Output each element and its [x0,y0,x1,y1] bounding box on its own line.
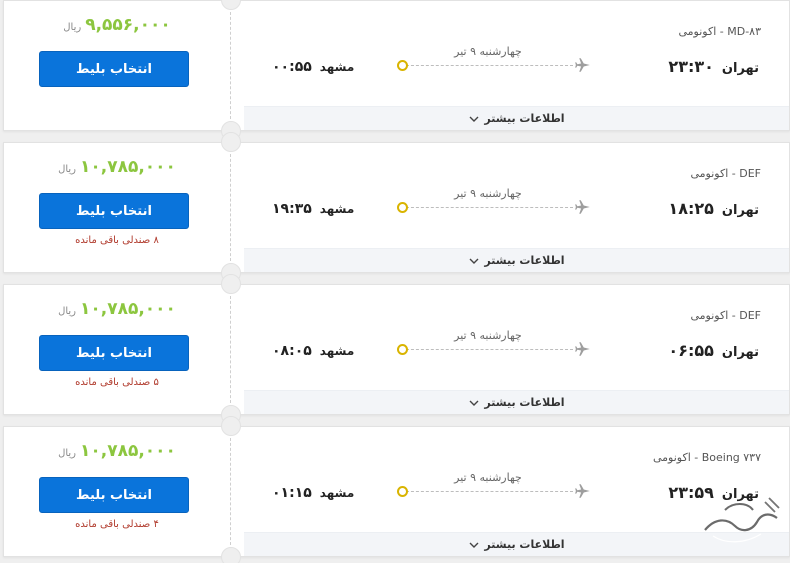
chevron-down-icon [469,258,479,264]
flight-date: چهارشنبه ۹ تیر [454,329,522,342]
more-info-label: اطلاعات بیشتر [484,112,565,125]
origin-time: ۲۳:۳۰ [668,57,714,76]
seats-remaining: ۴ صندلی باقی مانده [75,519,159,530]
price-row: ۱۰,۷۸۵,۰۰۰ ریال [4,299,230,319]
route-line [401,349,573,350]
currency-label: ریال [63,22,82,33]
more-info-toggle[interactable]: اطلاعات بیشتر [244,248,789,272]
airplane-icon [575,484,590,498]
price-section: ۱۰,۷۸۵,۰۰۰ ریال انتخاب بلیط ۴ صندلی باقی… [4,427,230,556]
more-info-label: اطلاعات بیشتر [484,396,565,409]
destination-city: مشهد [319,344,355,358]
chevron-down-icon [469,116,479,122]
flight-date: چهارشنبه ۹ تیر [454,471,522,484]
more-info-label: اطلاعات بیشتر [484,538,565,551]
more-info-toggle[interactable]: اطلاعات بیشتر [244,106,789,130]
price-value: ۱۰,۷۸۵,۰۰۰ [80,299,176,319]
flight-info: DEF - اکونومی تهران ۱۸:۲۵ چهارشنبه ۹ تیر… [244,143,789,272]
price-section: ۱۰,۷۸۵,۰۰۰ ریال انتخاب بلیط ۵ صندلی باقی… [4,285,230,414]
airplane-icon [575,342,590,356]
flight-card: ۱۰,۷۸۵,۰۰۰ ریال انتخاب بلیط ۵ صندلی باقی… [3,274,790,425]
price-value: ۹,۵۵۶,۰۰۰ [85,15,171,35]
ticket-divider [230,433,231,550]
route-line [401,65,573,66]
aircraft-class: DEF - اکونومی [690,167,762,180]
select-ticket-button[interactable]: انتخاب بلیط [39,51,189,87]
destination-time: ۱۹:۳۵ [272,201,312,217]
origin-city: تهران [721,203,759,218]
aircraft-class: Boeing ۷۳۷ - اکونومی [652,451,761,464]
destination-time: ۰۰:۵۵ [272,59,312,75]
destination-city: مشهد [319,202,355,216]
flight-card: ۱۰,۷۸۵,۰۰۰ ریال انتخاب بلیط ۸ صندلی باقی… [3,132,790,283]
route-line [401,491,573,492]
origin: تهران ۱۸:۲۵ [668,199,759,218]
ticket-notch [221,274,241,294]
ticket-notch [221,547,241,563]
ticket-divider [230,291,231,408]
destination-dot-icon [397,60,408,71]
airplane-icon [575,58,590,72]
destination: مشهد ۰۱:۱۵ [272,485,354,501]
aircraft-class: MD-۸۳ - اکونومی [678,25,762,38]
origin-time: ۱۸:۲۵ [668,199,714,218]
destination: مشهد ۱۹:۳۵ [272,201,354,217]
destination-time: ۰۸:۰۵ [272,343,312,359]
origin: تهران ۰۶:۵۵ [668,341,759,360]
currency-label: ریال [58,448,76,459]
price-section: ۱۰,۷۸۵,۰۰۰ ریال انتخاب بلیط ۸ صندلی باقی… [4,143,230,272]
route-line [401,207,573,208]
origin: تهران ۲۳:۳۰ [668,57,759,76]
currency-label: ریال [58,306,76,317]
destination: مشهد ۰۰:۵۵ [272,59,354,75]
origin-time: ۰۶:۵۵ [668,341,714,360]
seats-remaining: ۸ صندلی باقی مانده [75,235,159,246]
destination-dot-icon [397,486,408,497]
origin-city: تهران [721,345,759,360]
price-row: ۹,۵۵۶,۰۰۰ ریال [4,15,230,35]
select-ticket-button[interactable]: انتخاب بلیط [39,477,189,513]
chevron-down-icon [469,542,479,548]
airplane-icon [575,200,590,214]
price-row: ۱۰,۷۸۵,۰۰۰ ریال [4,157,230,177]
flight-info: MD-۸۳ - اکونومی تهران ۲۳:۳۰ چهارشنبه ۹ ت… [244,1,789,130]
flight-date: چهارشنبه ۹ تیر [454,187,522,200]
watermark-logo [704,497,780,543]
destination: مشهد ۰۸:۰۵ [272,343,354,359]
more-info-toggle[interactable]: اطلاعات بیشتر [244,390,789,414]
ticket-notch [221,416,241,436]
price-row: ۱۰,۷۸۵,۰۰۰ ریال [4,441,230,461]
more-info-label: اطلاعات بیشتر [484,254,565,267]
aircraft-class: DEF - اکونومی [690,309,762,322]
price-value: ۱۰,۷۸۵,۰۰۰ [80,441,176,461]
select-ticket-button[interactable]: انتخاب بلیط [39,193,189,229]
ticket-divider [230,7,231,124]
destination-time: ۰۱:۱۵ [272,485,312,501]
destination-dot-icon [397,344,408,355]
seats-remaining: ۵ صندلی باقی مانده [75,377,159,388]
flight-card: ۹,۵۵۶,۰۰۰ ریال انتخاب بلیط MD-۸۳ - اکونو… [3,0,790,141]
destination-city: مشهد [319,486,355,500]
ticket-notch [221,132,241,152]
price-section: ۹,۵۵۶,۰۰۰ ریال انتخاب بلیط [4,1,230,130]
flight-info: DEF - اکونومی تهران ۰۶:۵۵ چهارشنبه ۹ تیر… [244,285,789,414]
ticket-divider [230,149,231,266]
destination-dot-icon [397,202,408,213]
select-ticket-button[interactable]: انتخاب بلیط [39,335,189,371]
chevron-down-icon [469,400,479,406]
origin-city: تهران [721,61,759,76]
flight-card: ۱۰,۷۸۵,۰۰۰ ریال انتخاب بلیط ۴ صندلی باقی… [3,416,790,563]
destination-city: مشهد [319,60,355,74]
price-value: ۱۰,۷۸۵,۰۰۰ [80,157,176,177]
currency-label: ریال [58,164,76,175]
flight-date: چهارشنبه ۹ تیر [454,45,522,58]
